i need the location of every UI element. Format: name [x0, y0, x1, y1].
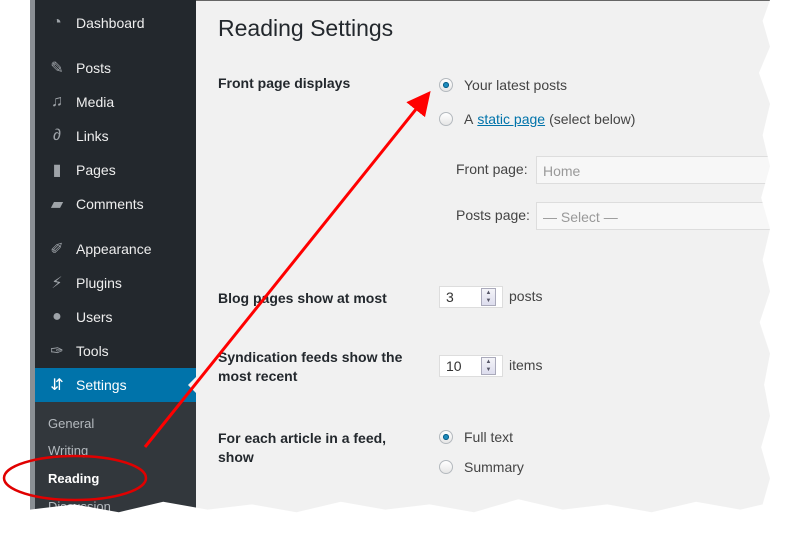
spinner-down-icon[interactable]: ▼ — [486, 367, 492, 373]
sidebar-item-label: Tools — [76, 343, 109, 359]
sidebar-item-label: Dashboard — [76, 15, 145, 31]
dashboard-icon: ◔ — [52, 14, 62, 31]
syndication-value: 10 — [446, 358, 462, 374]
radio-label: A — [464, 111, 474, 127]
radio-static-page[interactable]: A static page (select below) — [439, 111, 635, 127]
settings-submenu: General Writing Reading Discussion — [35, 402, 196, 513]
pages-icon: ▮ — [52, 162, 62, 179]
radio-label: Full text — [464, 429, 514, 445]
link-icon: ∂ — [53, 127, 61, 144]
radio-label: Your latest posts — [464, 77, 567, 93]
blog-pages-label: Blog pages show at most — [218, 290, 387, 306]
syndication-label: Syndication feeds show the most recent — [218, 349, 403, 384]
sidebar-item-label: Pages — [76, 162, 116, 178]
sidebar-item-settings[interactable]: ⇵ Settings — [35, 368, 196, 402]
sidebar-item-pages[interactable]: ▮ Pages — [35, 153, 196, 187]
radio-button[interactable] — [439, 112, 453, 126]
sidebar-item-media[interactable]: ♫ Media — [35, 85, 196, 119]
syndication-input[interactable]: 10 ▲ ▼ — [439, 355, 503, 377]
spinner-up-icon[interactable]: ▲ — [486, 359, 492, 365]
submenu-item-discussion[interactable]: Discussion — [48, 499, 111, 512]
front-page-select[interactable]: Home — [536, 156, 770, 184]
posts-page-select[interactable]: — Select — — [536, 202, 770, 230]
submenu-item-writing[interactable]: Writing — [48, 443, 88, 458]
radio-summary[interactable]: Summary — [439, 459, 524, 475]
wrench-icon: ✑ — [50, 343, 64, 360]
sidebar-item-label: Settings — [76, 377, 127, 393]
number-spinner[interactable]: ▲ ▼ — [481, 288, 496, 306]
sidebar-item-dashboard[interactable]: ◔ Dashboard — [35, 6, 196, 40]
sidebar-item-plugins[interactable]: ⚡ Plugins — [35, 266, 196, 300]
syndication-unit: items — [509, 357, 543, 373]
blog-pages-input[interactable]: 3 ▲ ▼ — [439, 286, 503, 308]
settings-content: Reading Settings Front page displays You… — [196, 0, 770, 513]
sidebar-item-label: Posts — [76, 60, 112, 76]
radio-latest-posts[interactable]: Your latest posts — [439, 77, 567, 93]
admin-sidebar: ◔ Dashboard ✎ Posts ♫ Media ∂ Links ▮ Pa… — [30, 0, 196, 513]
sidebar-item-comments[interactable]: ▰ Comments — [35, 187, 196, 221]
submenu-item-reading[interactable]: Reading — [48, 471, 99, 486]
sidebar-item-users[interactable]: ● Users — [35, 300, 196, 334]
radio-label: Summary — [464, 459, 524, 475]
radio-full-text[interactable]: Full text — [439, 429, 513, 445]
spinner-down-icon[interactable]: ▼ — [486, 298, 492, 304]
radio-label-suffix: (select below) — [549, 111, 636, 127]
static-page-link[interactable]: static page — [477, 111, 545, 127]
sidebar-item-label: Links — [76, 128, 109, 144]
page-title: Reading Settings — [218, 15, 394, 41]
sidebar-item-label: Media — [76, 94, 115, 110]
settings-icon: ⇵ — [50, 377, 64, 394]
sidebar-item-label: Users — [76, 309, 113, 325]
sidebar-item-posts[interactable]: ✎ Posts — [35, 51, 196, 85]
sidebar-item-label: Comments — [76, 196, 144, 212]
brush-icon: ✐ — [50, 241, 64, 258]
active-indicator — [188, 377, 196, 393]
screenshot-frame: ◔ Dashboard ✎ Posts ♫ Media ∂ Links ▮ Pa… — [30, 0, 770, 513]
radio-button[interactable] — [439, 78, 453, 92]
sidebar-item-links[interactable]: ∂ Links — [35, 119, 196, 153]
number-spinner[interactable]: ▲ ▼ — [481, 357, 496, 375]
pin-icon: ✎ — [50, 60, 64, 77]
blog-pages-unit: posts — [509, 288, 543, 304]
sidebar-item-tools[interactable]: ✑ Tools — [35, 334, 196, 368]
front-page-label: Front page: — [456, 161, 528, 177]
comment-icon: ▰ — [50, 196, 64, 213]
submenu-item-general[interactable]: General — [48, 416, 94, 431]
blog-pages-value: 3 — [446, 289, 454, 305]
media-icon: ♫ — [51, 93, 63, 110]
spinner-up-icon[interactable]: ▲ — [486, 290, 492, 296]
sidebar-item-appearance[interactable]: ✐ Appearance — [35, 232, 196, 266]
front-page-displays-label: Front page displays — [218, 75, 351, 91]
posts-page-label: Posts page: — [456, 207, 530, 223]
sidebar-item-label: Plugins — [76, 275, 122, 291]
radio-button[interactable] — [439, 430, 453, 444]
feed-article-label: For each article in a feed, show — [218, 430, 387, 465]
sidebar-item-label: Appearance — [76, 241, 152, 257]
user-icon: ● — [52, 308, 62, 325]
plug-icon: ⚡ — [51, 275, 63, 292]
radio-button[interactable] — [439, 460, 453, 474]
